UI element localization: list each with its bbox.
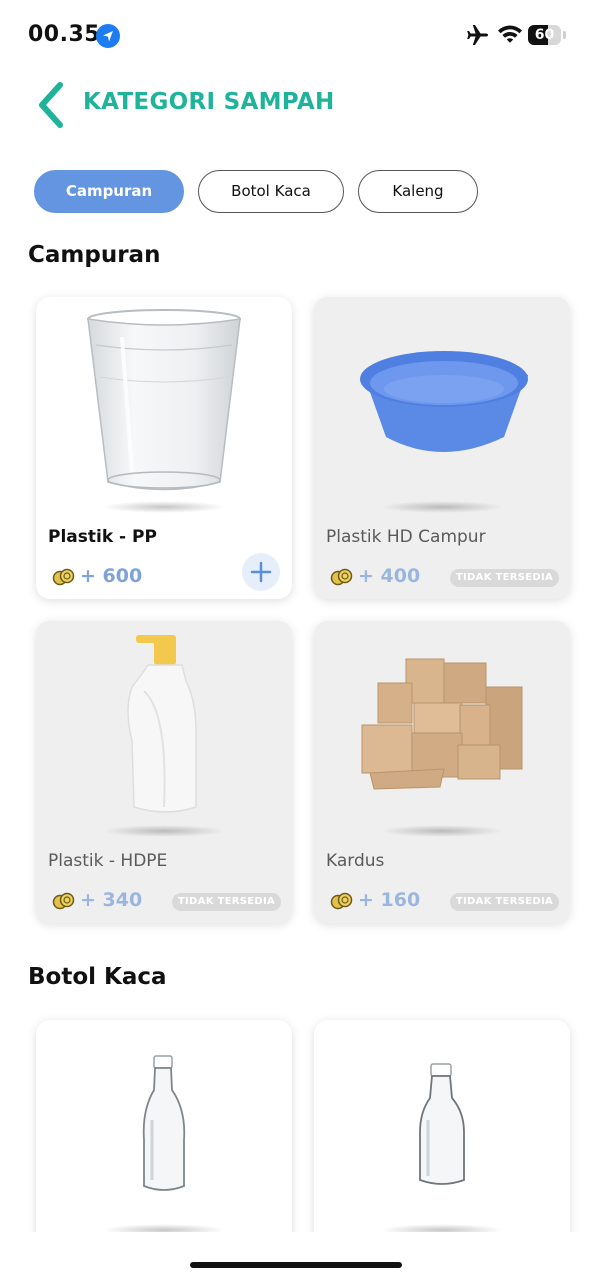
- coin-icon: [52, 568, 76, 590]
- glass-bottle-image: [314, 1020, 570, 1240]
- coin-icon: [52, 892, 76, 914]
- battery-level: 60: [534, 27, 555, 43]
- unavailable-badge: TIDAK TERSEDIA: [450, 893, 559, 911]
- page-title: KATEGORI SAMPAH: [83, 89, 335, 115]
- product-card-plastik-pp[interactable]: Plastik - PP + 600: [36, 297, 292, 599]
- coin-icon: [330, 892, 354, 914]
- product-points: + 340: [80, 889, 143, 911]
- wifi-icon: [497, 23, 523, 49]
- glass-bottle-image: [36, 1020, 292, 1240]
- tab-kaleng[interactable]: Kaleng: [358, 170, 478, 213]
- section-title-campuran: Campuran: [28, 242, 161, 268]
- battery-tip: [563, 31, 566, 39]
- tab-botol-kaca[interactable]: Botol Kaca: [198, 170, 344, 213]
- unavailable-badge: TIDAK TERSEDIA: [450, 569, 559, 587]
- product-points: + 400: [358, 565, 421, 587]
- product-name: Plastik - PP: [48, 527, 157, 547]
- product-shadow: [380, 825, 504, 837]
- product-shadow: [102, 825, 226, 837]
- back-button[interactable]: [30, 80, 70, 130]
- plastic-cup-image: [36, 297, 292, 517]
- chevron-left-icon: [39, 82, 63, 128]
- product-name: Kardus: [326, 851, 385, 871]
- product-card-plastik-hd-campur[interactable]: Plastik HD Campur + 400 TIDAK TERSEDIA: [314, 297, 570, 599]
- product-name: Plastik HD Campur: [326, 527, 486, 547]
- coin-icon: [330, 568, 354, 590]
- battery-icon: 60: [528, 25, 561, 45]
- add-button[interactable]: [242, 553, 280, 591]
- plastic-basin-image: [314, 297, 570, 517]
- product-points: + 600: [80, 565, 143, 587]
- section-title-botol-kaca: Botol Kaca: [28, 964, 167, 990]
- cardboard-boxes-image: [314, 621, 570, 841]
- product-points: + 160: [358, 889, 421, 911]
- home-indicator[interactable]: [190, 1262, 402, 1268]
- location-icon: [96, 24, 120, 48]
- unavailable-badge: TIDAK TERSEDIA: [172, 893, 281, 911]
- plus-icon: [250, 561, 272, 583]
- shampoo-bottle-image: [36, 621, 292, 841]
- product-card-kardus[interactable]: Kardus + 160 TIDAK TERSEDIA: [314, 621, 570, 923]
- status-time: 00.35: [28, 22, 101, 47]
- bottom-safe-area: [0, 1232, 591, 1280]
- product-name: Plastik - HDPE: [48, 851, 168, 871]
- product-card-plastik-hdpe[interactable]: Plastik - HDPE + 340 TIDAK TERSEDIA: [36, 621, 292, 923]
- product-shadow: [102, 501, 226, 513]
- status-bar: 00.35 60: [0, 0, 591, 70]
- tab-campuran[interactable]: Campuran: [34, 170, 184, 213]
- airplane-icon: [466, 24, 490, 50]
- product-shadow: [380, 501, 504, 513]
